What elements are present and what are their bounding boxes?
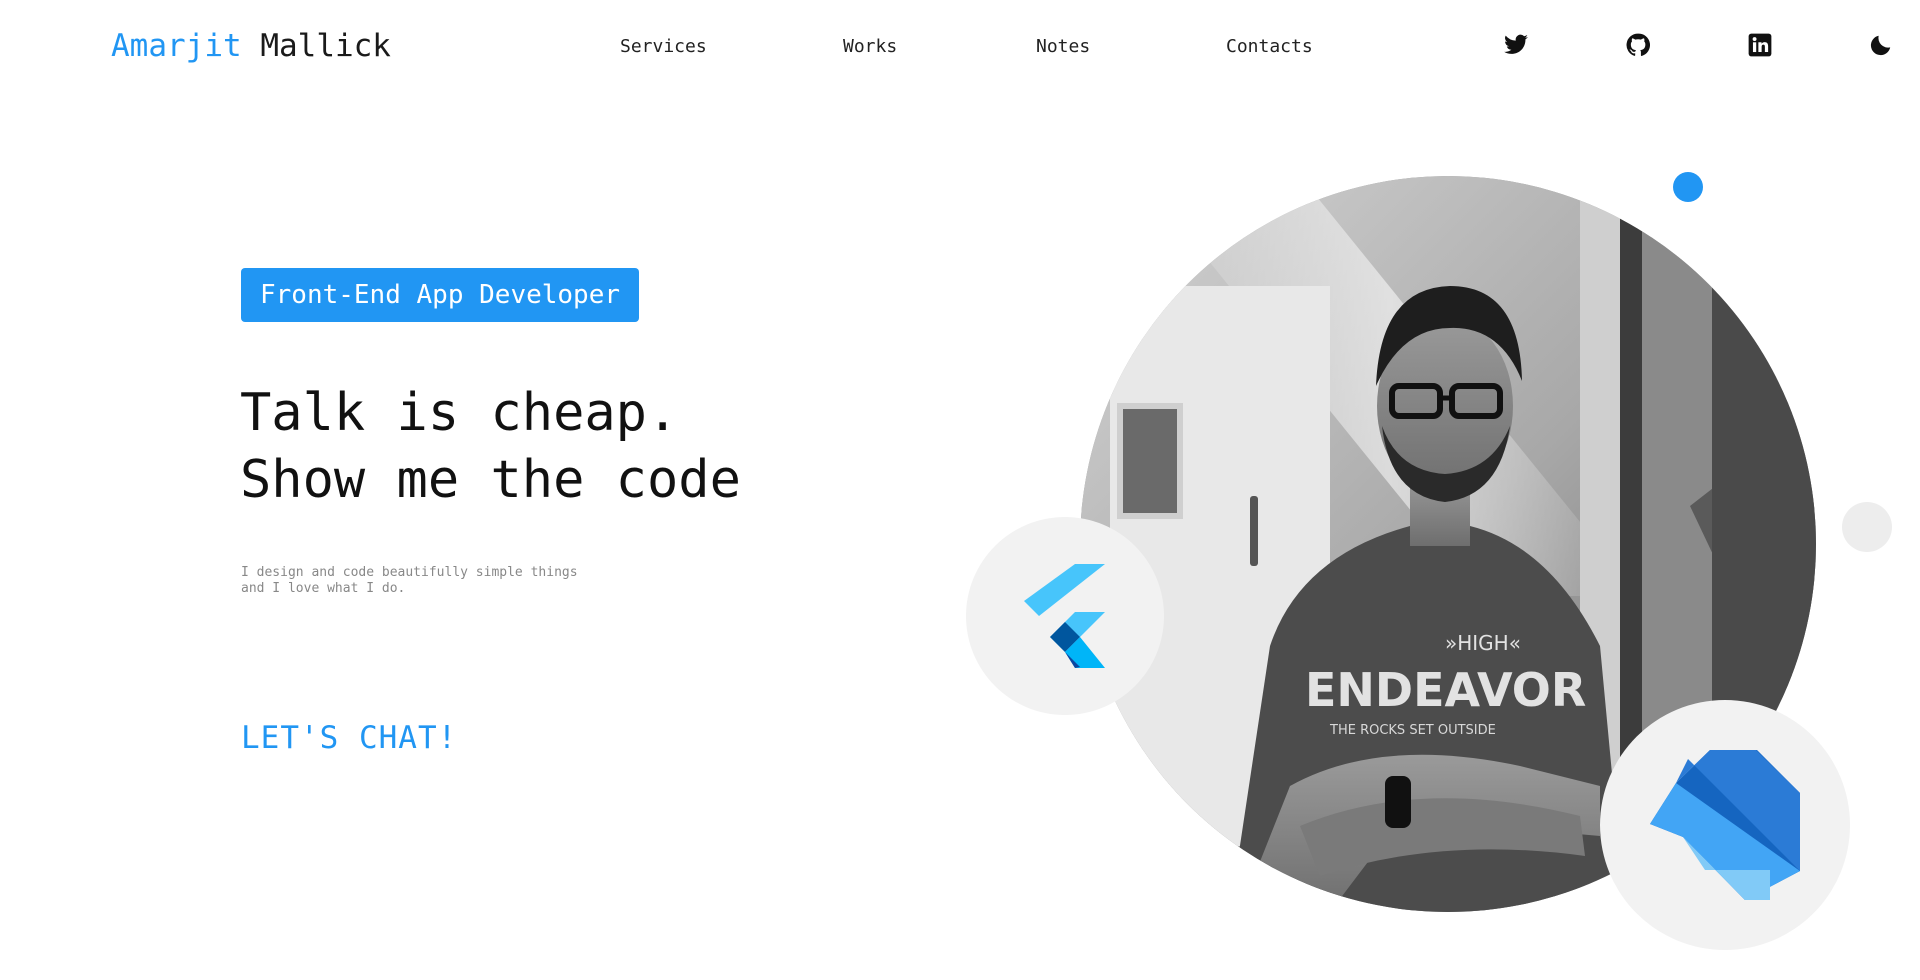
svg-text:ENDEAVOR: ENDEAVOR <box>1305 663 1586 717</box>
tagline: I design and code beautifully simple thi… <box>241 565 601 597</box>
decor-dot-blue <box>1673 172 1703 202</box>
site-logo[interactable]: Amarjit Mallick <box>111 28 391 64</box>
logo-last-name: Mallick <box>260 28 391 64</box>
nav-contacts[interactable]: Contacts <box>1226 36 1313 57</box>
linkedin-icon[interactable] <box>1745 30 1775 60</box>
twitter-icon[interactable] <box>1501 30 1531 60</box>
github-icon[interactable] <box>1623 30 1653 60</box>
tagline-line-2: and I love what I do. <box>241 581 406 596</box>
nav-notes[interactable]: Notes <box>1036 36 1090 57</box>
svg-text:THE ROCKS SET OUTSIDE: THE ROCKS SET OUTSIDE <box>1329 723 1496 738</box>
tagline-line-1: I design and code beautifully simple thi… <box>241 565 578 580</box>
nav-services[interactable]: Services <box>620 36 707 57</box>
logo-first-name: Amarjit <box>111 28 242 64</box>
dart-logo-icon <box>1650 750 1800 900</box>
portfolio-page: Amarjit Mallick Services Works Notes Con… <box>0 0 1920 980</box>
headline-line-2: Show me the code <box>240 450 741 510</box>
headline-line-1: Talk is cheap. <box>240 383 679 443</box>
headline: Talk is cheap. Show me the code <box>240 380 741 514</box>
flutter-logo-icon <box>1024 564 1105 668</box>
decor-dot-grey <box>1842 502 1892 552</box>
role-badge: Front-End App Developer <box>241 268 639 322</box>
dart-logo-bubble <box>1600 700 1850 950</box>
flutter-logo-bubble <box>966 517 1164 715</box>
moon-icon[interactable] <box>1866 30 1896 60</box>
nav-works[interactable]: Works <box>843 36 897 57</box>
lets-chat-button[interactable]: LET'S CHAT! <box>241 720 457 756</box>
svg-text:»HIGH«: »HIGH« <box>1445 631 1521 655</box>
